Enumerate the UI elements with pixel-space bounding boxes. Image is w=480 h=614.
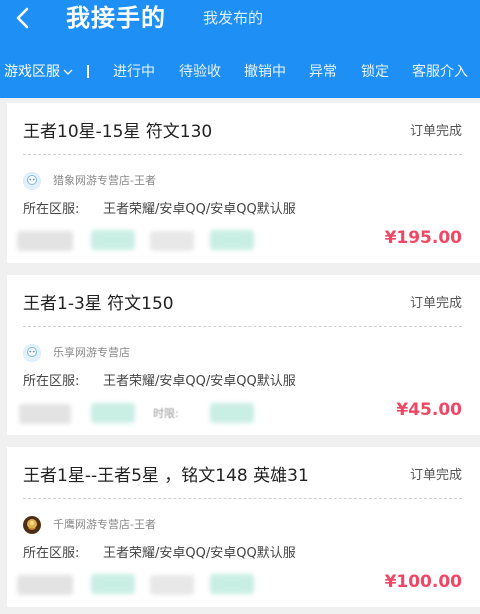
shop-name: 猎象网游专营店-王者 (53, 174, 156, 187)
blurred-info (210, 574, 254, 594)
back-button[interactable] (13, 6, 35, 30)
filter-divider (87, 65, 89, 78)
order-status: 订单完成 (409, 468, 462, 483)
blurred-info (210, 230, 254, 250)
blurred-info (150, 575, 194, 595)
order-price: ¥100.00 (384, 572, 462, 592)
card-divider (23, 154, 462, 155)
chevron-down-icon (63, 62, 73, 82)
region-label: 所在区服: (23, 546, 80, 561)
region-label: 所在区服: (23, 202, 80, 217)
order-title: 王者1星--王者5星 ，铭文148 英雄31 (23, 466, 309, 486)
order-card[interactable]: 王者1-3星 符文150 订单完成 乐享网游专营店 所在区服: 王者荣耀/安卓Q… (7, 275, 480, 435)
shop-avatar-icon (23, 172, 41, 190)
order-price: ¥45.00 (396, 400, 462, 420)
blurred-info (91, 574, 135, 594)
order-status: 订单完成 (409, 296, 462, 311)
order-card[interactable]: 王者1星--王者5星 ，铭文148 英雄31 订单完成 千鹰网游专营店-王者 所… (7, 447, 480, 607)
filter-tab-locked[interactable]: 锁定 (361, 62, 389, 82)
shop-avatar-icon (23, 516, 41, 534)
game-region-dropdown[interactable]: 游戏区服 (4, 62, 73, 82)
filter-tab-in-progress[interactable]: 进行中 (113, 62, 155, 82)
order-card[interactable]: 王者10星-15星 符文130 订单完成 猎象网游专营店-王者 所在区服: 王者… (7, 103, 480, 263)
tab-my-published[interactable]: 我发布的 (203, 8, 263, 28)
shop-name: 千鹰网游专营店-王者 (53, 518, 156, 531)
time-limit-label: 时限: (153, 407, 179, 420)
game-region-label: 游戏区服 (4, 64, 60, 80)
blurred-info (210, 403, 254, 423)
order-title: 王者10星-15星 符文130 (23, 122, 213, 142)
filter-tab-cancelling[interactable]: 撤销中 (244, 62, 286, 82)
blurred-info (91, 403, 135, 423)
tab-my-accepted[interactable]: 我接手的 (66, 2, 166, 34)
order-title: 王者1-3星 符文150 (23, 294, 174, 314)
back-arrow-icon (16, 7, 29, 29)
filter-tab-pending-check[interactable]: 待验收 (179, 62, 221, 82)
order-status: 订单完成 (409, 124, 462, 139)
region-value: 王者荣耀/安卓QQ/安卓QQ默认服 (103, 202, 296, 217)
blurred-info (91, 230, 135, 250)
region-value: 王者荣耀/安卓QQ/安卓QQ默认服 (103, 546, 296, 561)
region-label: 所在区服: (23, 374, 80, 389)
filter-bar: 游戏区服 进行中 待验收 撤销中 异常 锁定 客服介入 (0, 58, 480, 86)
region-value: 王者荣耀/安卓QQ/安卓QQ默认服 (103, 374, 296, 389)
card-divider (23, 326, 462, 327)
blurred-info (150, 231, 194, 251)
blurred-info (17, 231, 73, 251)
order-price: ¥195.00 (384, 228, 462, 248)
filter-tab-abnormal[interactable]: 异常 (309, 62, 337, 82)
blurred-info (17, 575, 73, 595)
filter-tab-support[interactable]: 客服介入 (412, 62, 468, 82)
shop-avatar-icon (23, 344, 41, 362)
shop-name: 乐享网游专营店 (53, 346, 130, 359)
app-header: 我接手的 我发布的 游戏区服 进行中 待验收 撤销中 异常 锁定 客服介入 (0, 0, 480, 98)
blurred-info (19, 404, 71, 424)
card-divider (23, 498, 462, 499)
